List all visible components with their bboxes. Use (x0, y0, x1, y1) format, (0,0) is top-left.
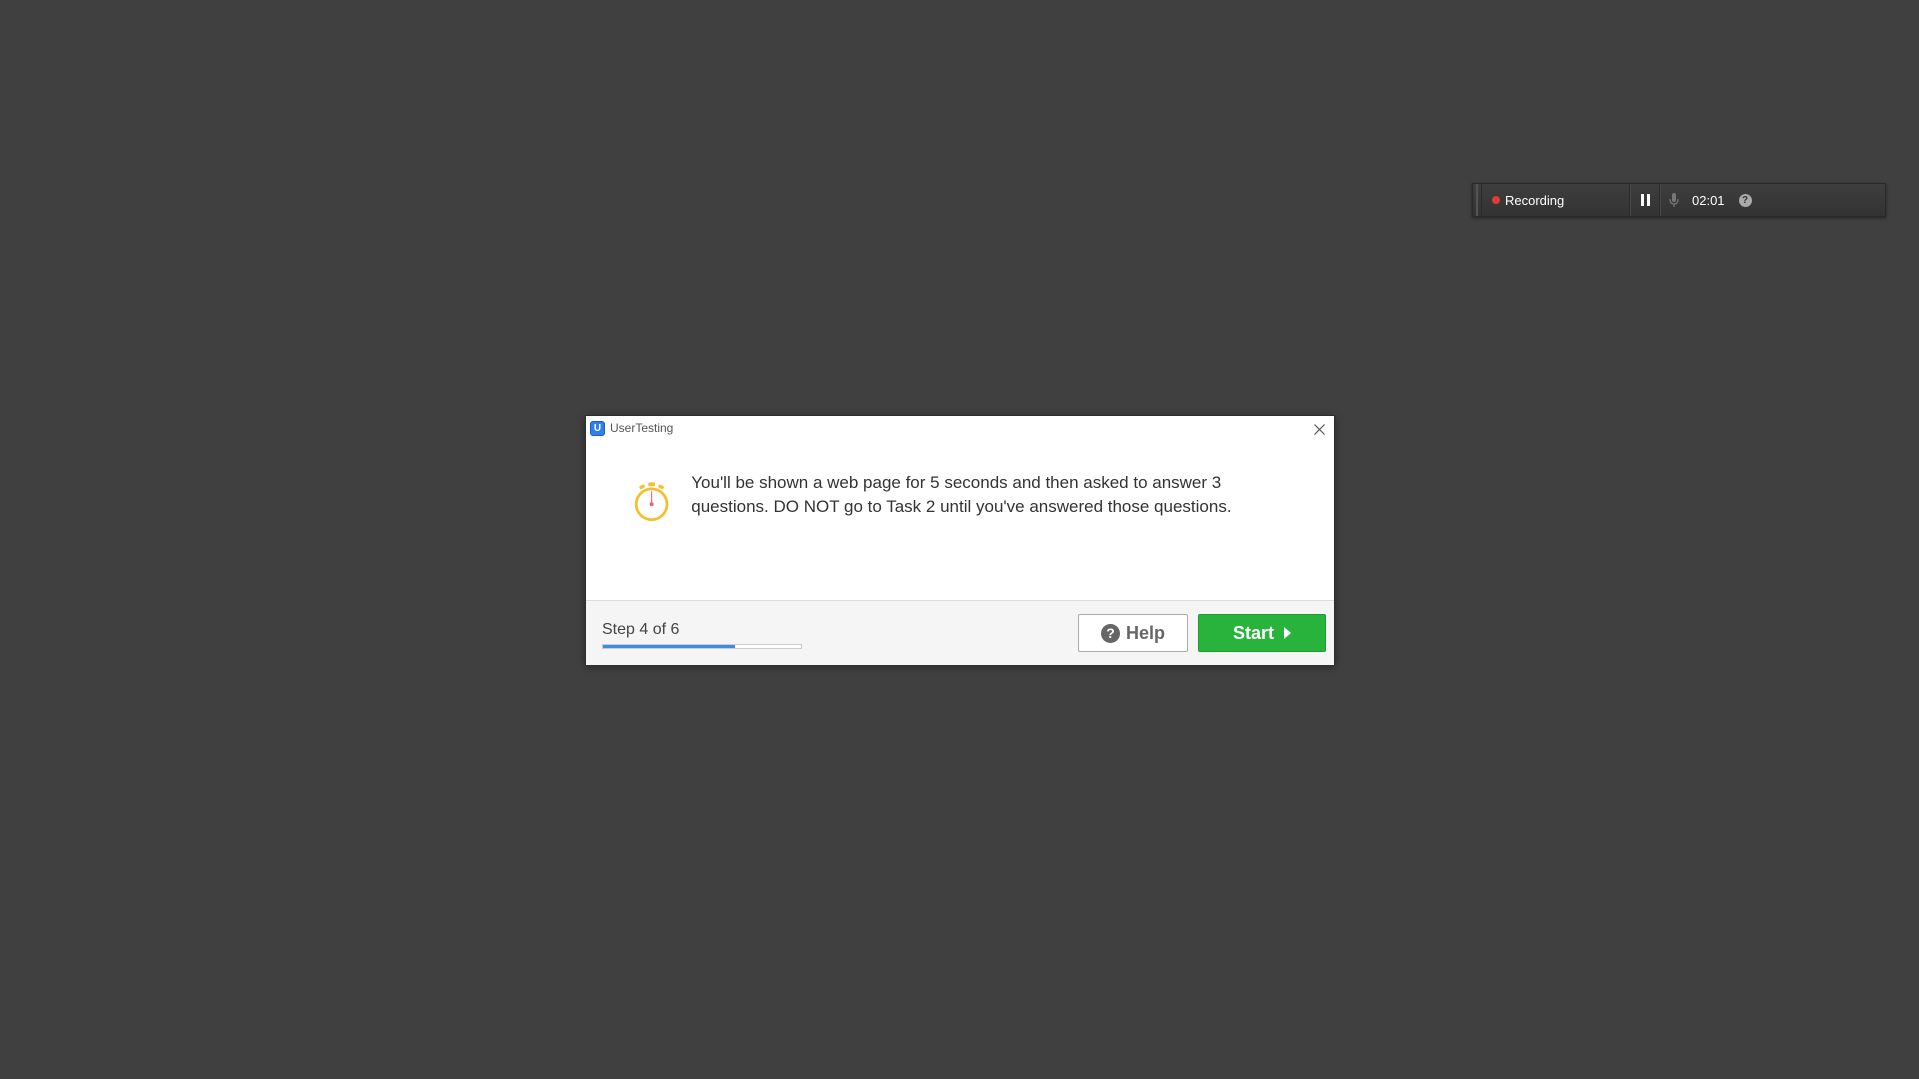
elapsed-time: 02:01 (1692, 192, 1725, 208)
close-icon (1313, 423, 1325, 435)
pause-icon (1640, 194, 1644, 206)
task-instructions: You'll be shown a web page for 5 seconds… (691, 473, 1232, 516)
help-button-label: Help (1125, 622, 1165, 643)
help-icon: ? (1100, 623, 1120, 643)
help-icon[interactable]: ? (1738, 193, 1752, 207)
stopwatch-icon (634, 482, 669, 522)
step-label: Step 4 of 6 (602, 621, 680, 638)
app-title: UserTesting (610, 421, 674, 435)
pause-icon-bar (1646, 194, 1650, 206)
dialog-footer: Step 4 of 6 ? Help Start (586, 600, 1334, 665)
pause-button[interactable] (1630, 184, 1660, 216)
progress-fill (603, 645, 736, 648)
dialog-titlebar: U UserTesting (586, 416, 1334, 440)
recording-toolbar: Recording 02:01 ? (1472, 183, 1886, 217)
dialog-body: You'll be shown a web page for 5 seconds… (586, 440, 1334, 600)
step-progress-bar (602, 644, 802, 649)
app-logo-icon: U (590, 420, 605, 436)
start-button[interactable]: Start (1198, 614, 1326, 652)
task-dialog: U UserTesting You'll be shown a web page… (585, 415, 1335, 665)
recording-dot-icon (1492, 196, 1500, 204)
close-button[interactable] (1310, 420, 1328, 438)
recording-label: Recording (1505, 192, 1565, 208)
microphone-icon (1668, 193, 1679, 207)
help-button[interactable]: ? Help (1078, 614, 1188, 652)
microphone-button[interactable] (1660, 184, 1686, 216)
recording-status: Recording (1482, 184, 1630, 216)
start-button-label: Start (1232, 622, 1274, 643)
play-icon (1284, 627, 1291, 639)
